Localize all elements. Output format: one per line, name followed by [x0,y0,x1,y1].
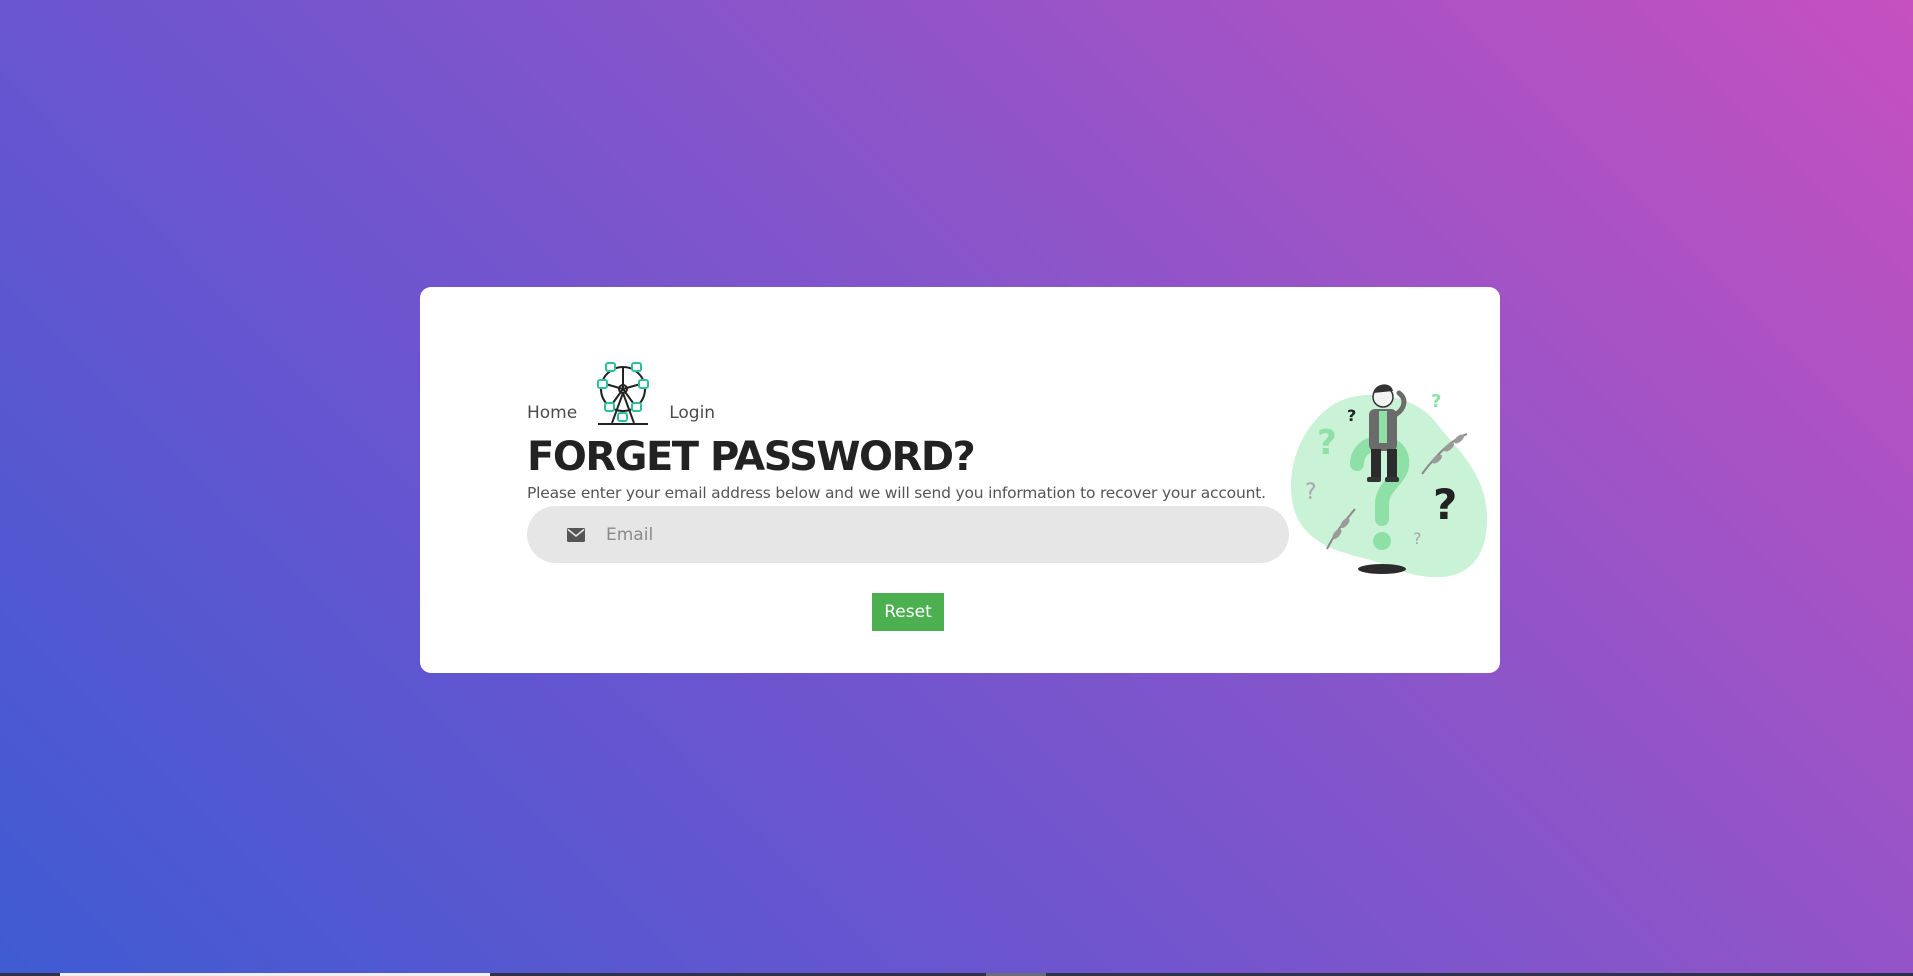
email-field-wrapper[interactable] [527,506,1289,563]
svg-text:?: ? [1413,529,1422,548]
email-input[interactable] [604,523,1258,546]
nav-home-link[interactable]: Home [527,403,577,423]
page-title: FORGET PASSWORD? [527,434,976,480]
svg-text:?: ? [1433,480,1457,529]
nav-login-link[interactable]: Login [669,403,715,423]
ferris-wheel-icon[interactable] [592,361,654,427]
form-content: Home Login FORGET PASSWORD? Please enter… [527,357,1292,563]
top-nav: Home Login [527,357,1292,427]
svg-text:?: ? [1347,406,1356,425]
envelope-icon [567,527,585,542]
svg-text:?: ? [1305,480,1317,505]
svg-text:?: ? [1431,391,1441,412]
page-subtitle: Please enter your email address below an… [527,484,1266,502]
forgot-password-card: Home Login FORGET PASSWORD? Please enter… [420,287,1500,673]
reset-button[interactable]: Reset [872,593,944,631]
confused-person-question-marks-illustration: ? ? ? ? ? ? [1291,384,1487,578]
svg-text:?: ? [1317,423,1337,463]
